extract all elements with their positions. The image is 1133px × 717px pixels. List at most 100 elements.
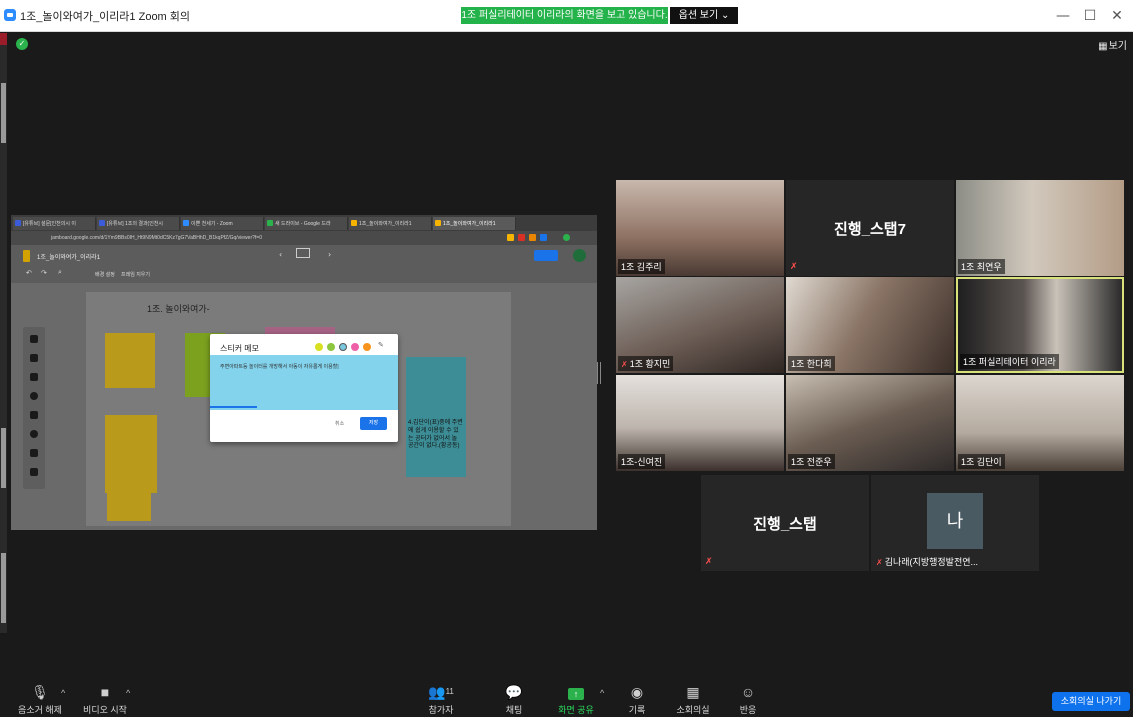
redo-icon[interactable]: ↷ [41, 269, 47, 277]
audio-options-caret-icon[interactable]: ^ [61, 688, 65, 698]
browser-tab[interactable]: [유튜브] 1조의 결과(인천시 [97, 217, 180, 230]
tab-label: [유튜브] 1조의 결과(인천시 [107, 221, 164, 227]
participant-tile[interactable]: 진행_스탭7 ✗ [786, 180, 954, 276]
video-options-caret-icon[interactable]: ^ [126, 688, 130, 698]
color-swatch[interactable] [363, 343, 371, 351]
browser-tab[interactable]: 새 드라이브 - Google 드라 [265, 217, 348, 230]
edge-segment [1, 428, 6, 488]
encryption-shield-icon[interactable]: ✓ [16, 38, 28, 50]
maximize-button[interactable]: ☐ [1080, 6, 1100, 26]
participant-tile[interactable]: 1조 한다희 [786, 277, 954, 373]
memo-textarea[interactable]: 주변아파트등 놀이터를 개방해서 아동이 자유롭게 이용할| [210, 355, 398, 410]
sticky-note[interactable] [105, 333, 155, 388]
image-tool-icon[interactable] [30, 411, 38, 419]
start-video-button[interactable]: ■ 비디오 시작 ^ [82, 684, 130, 716]
memo-text: 주변아파트등 놀이터를 개방해서 아동이 자유롭게 이용할| [220, 364, 339, 370]
share-options-caret-icon[interactable]: ^ [600, 688, 604, 698]
profile-icon[interactable] [563, 234, 570, 241]
participant-tile[interactable]: ✗ 1조 황지민 [616, 277, 784, 373]
color-swatch[interactable] [351, 343, 359, 351]
save-button[interactable]: 저장 [360, 417, 387, 430]
tab-label: 1조_놀이와여가_이리라1 [443, 221, 496, 227]
shape-tool-icon[interactable] [30, 430, 38, 438]
record-button[interactable]: ◉ 기록 [626, 684, 648, 716]
share-screen-label: 화면 공유 [558, 705, 594, 715]
sticky-note[interactable] [105, 415, 157, 493]
mic-muted-icon: ✗ [621, 360, 628, 369]
zoom-icon[interactable]: ⌕ [58, 269, 62, 277]
next-frame-icon[interactable]: › [328, 250, 331, 259]
gallery-view-button[interactable]: ▦보기 [1098, 37, 1127, 52]
extension-icon[interactable] [540, 234, 547, 241]
cancel-button[interactable]: 취소 [335, 420, 344, 427]
participant-tile[interactable]: 1조 김단이 [956, 375, 1124, 471]
participant-name: 1조 전준우 [788, 454, 835, 469]
participant-name: 1조 한다희 [788, 356, 835, 371]
color-swatch-selected[interactable] [339, 343, 347, 351]
laser-tool-icon[interactable] [30, 468, 38, 476]
participant-tile[interactable]: 진행_스탭 ✗ [701, 475, 869, 571]
close-button[interactable]: ✕ [1107, 6, 1127, 26]
user-avatar[interactable] [573, 249, 586, 262]
extension-icon[interactable] [507, 234, 514, 241]
participant-tile-active[interactable]: 1조 퍼실리테이터 이리라 [956, 277, 1124, 373]
address-bar[interactable]: jamboard.google.com/d/1Ym9BBs0IH_Ht9N9Mt… [11, 231, 597, 245]
chat-button[interactable]: 💬 채팅 [502, 684, 526, 716]
chat-label: 채팅 [505, 705, 523, 715]
share-screen-button[interactable]: ↑ 화면 공유 ^ [556, 684, 604, 716]
browser-tab[interactable]: 1조_놀이와여가_이리라1 [349, 217, 432, 230]
jamboard-tool-rail [23, 327, 45, 489]
undo-icon[interactable]: ↶ [26, 269, 32, 277]
background-setting-button[interactable]: 배경 설정 [95, 271, 115, 278]
participant-name-text: 1조 한다희 [791, 359, 832, 369]
participant-name: ✗ 김나래(지방행정발전연... [873, 554, 981, 569]
jamboard-header: 1조_놀이와여가_이리라1 ‹ › [11, 245, 597, 267]
unmute-button[interactable]: 🎙 음소거 해제 ^ [17, 684, 65, 716]
zoom-window: 1조_놀이와여가_이리라1 Zoom 회의 1조 퍼실리테이터 이리라의 화면을… [0, 0, 1133, 717]
view-options-button[interactable]: 옵션 보기 ⌄ [670, 7, 738, 24]
pen-tool-icon[interactable] [30, 335, 38, 343]
tab-favicon-icon [435, 220, 441, 226]
unmute-label: 음소거 해제 [18, 705, 62, 715]
minimize-button[interactable]: — [1053, 6, 1073, 26]
participant-tile[interactable]: 1조 김주리 [616, 180, 784, 276]
sticky-note-dialog: 스티커 메모 ✎ 주변아파트등 놀이터를 개방해서 아동이 자유롭게 이용할| … [210, 334, 398, 442]
text-box-tool-icon[interactable] [30, 449, 38, 457]
clear-frame-button[interactable]: 프레임 지우기 [121, 271, 150, 278]
frame-bar-icon[interactable] [296, 248, 310, 258]
screen-share-banner: 1조 퍼실리테이터 이리라의 화면을 보고 있습니다. [461, 7, 668, 24]
participant-tile[interactable]: 1조 전준우 [786, 375, 954, 471]
participant-tile[interactable]: 1조 최연우 [956, 180, 1124, 276]
select-tool-icon[interactable] [30, 373, 38, 381]
mic-muted-icon: ✗ [705, 557, 713, 567]
participant-name-text: 1조 최연우 [961, 262, 1002, 272]
color-swatch[interactable] [315, 343, 323, 351]
participants-icon: 👥11 [428, 684, 454, 700]
split-view-handle[interactable] [597, 362, 601, 384]
extension-icon[interactable] [529, 234, 536, 241]
jamboard-share-button[interactable] [534, 250, 558, 261]
browser-tab[interactable]: [유튜브] 설문[인천의시 이 [13, 217, 96, 230]
eraser-tool-icon[interactable] [30, 354, 38, 362]
extension-icon[interactable] [518, 234, 525, 241]
participant-tile[interactable]: 1조-신여진 [616, 375, 784, 471]
shared-screen[interactable]: [유튜브] 설문[인천의시 이 [유튜브] 1조의 결과(인천시 이쁜 천세기 … [11, 215, 597, 530]
participants-button[interactable]: 👥11 참가자 [426, 684, 456, 716]
participant-name: 1조 김단이 [958, 454, 1005, 469]
reactions-button[interactable]: ☺ 반응 [737, 684, 759, 716]
sticky-note[interactable] [107, 485, 151, 521]
mic-muted-icon: ✗ [876, 558, 883, 567]
participant-tile[interactable]: 나 ✗ 김나래(지방행정발전연... [871, 475, 1039, 571]
prev-frame-icon[interactable]: ‹ [279, 250, 282, 259]
browser-tab-active[interactable]: 1조_놀이와여가_이리라1 [433, 217, 516, 230]
leave-breakout-room-button[interactable]: 소회의실 나가기 [1052, 692, 1130, 711]
reactions-label: 반응 [739, 705, 757, 715]
breakout-rooms-icon: ▦ [686, 684, 700, 700]
browser-tab[interactable]: 이쁜 천세기 - Zoom [181, 217, 264, 230]
color-picker-icon[interactable]: ✎ [378, 341, 386, 349]
jamboard-title[interactable]: 1조_놀이와여가_이리라1 [37, 252, 100, 261]
sticky-note-tool-icon[interactable] [30, 392, 38, 400]
color-swatch[interactable] [327, 343, 335, 351]
mic-muted-icon: 🎙 [31, 684, 49, 700]
breakout-rooms-button[interactable]: ▦ 소회의실 [675, 684, 711, 716]
